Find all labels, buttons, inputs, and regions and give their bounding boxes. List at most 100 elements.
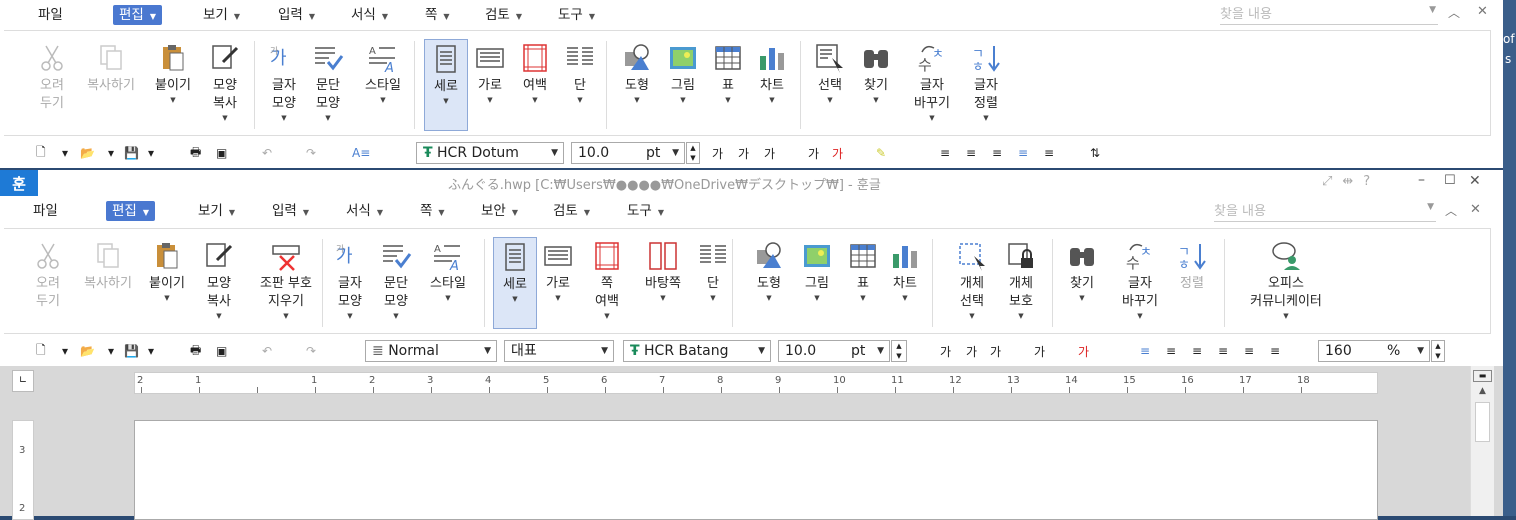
menu-item[interactable]: 편집 ▼ <box>106 201 155 221</box>
menu-item[interactable]: 보안 ▼ <box>481 201 518 221</box>
strikethrough-icon[interactable]: 가 <box>808 144 819 162</box>
ribbon-button[interactable]: 조판 부호 지우기 ▼ <box>252 237 320 329</box>
minimize-icon[interactable]: – <box>1418 172 1425 188</box>
menu-item[interactable]: 쪽 ▼ <box>420 201 445 221</box>
distribute-icon[interactable]: ≡ <box>1244 342 1254 360</box>
ribbon-button[interactable]: 단 ▼ <box>694 237 732 329</box>
open-icon[interactable]: 📂 <box>80 144 95 162</box>
vertical-scrollbar[interactable]: ▬ ▲ <box>1470 366 1494 516</box>
divide-icon[interactable]: ≡ <box>1270 342 1280 360</box>
ribbon-button[interactable]: 수 ㅊ 글자 바꾸기 ▼ <box>1114 237 1166 329</box>
align-right-icon[interactable]: ≡ <box>1218 342 1228 360</box>
font-color-icon[interactable]: 가 <box>832 144 843 162</box>
ribbon-button[interactable]: 여백 ▼ <box>514 39 556 131</box>
ribbon-button[interactable]: 가로 ▼ <box>538 237 578 329</box>
horizontal-ruler[interactable]: 2 1 1 2 3 4 5 6 7 8 9 10 11 12 13 14 15 16 17 18 <box>134 372 1378 394</box>
style-select[interactable]: ≣ Normal ▼ <box>365 340 497 362</box>
close-icon[interactable]: ✕ <box>1469 173 1481 189</box>
ribbon-button[interactable]: A A 스타일 ▼ <box>356 39 410 131</box>
app-tab[interactable]: 훈 <box>0 170 38 198</box>
bold-icon[interactable]: 가 <box>712 144 723 162</box>
italic-icon[interactable]: 가 <box>738 144 749 162</box>
menu-item[interactable]: 보기 ▼ <box>203 5 240 25</box>
ribbon-button[interactable]: 문단 모양 ▼ <box>306 39 350 131</box>
ribbon-button[interactable]: 쪽 여백 ▼ <box>584 237 630 329</box>
zoom-input[interactable]: 160% ▼ <box>1318 340 1430 362</box>
menu-item[interactable]: 검토 ▼ <box>485 5 522 25</box>
ribbon-button[interactable]: 문단 모양 ▼ <box>374 237 418 329</box>
justify-icon[interactable]: ≡ <box>1140 342 1150 360</box>
ribbon-button[interactable]: 세로 ▼ <box>493 237 537 329</box>
undo-icon[interactable]: ↶ <box>262 144 272 162</box>
ribbon-button[interactable]: 표 ▼ <box>708 39 748 131</box>
maximize-icon[interactable]: ☐ <box>1444 173 1456 188</box>
open-dropdown-icon[interactable]: ▾ <box>108 342 114 360</box>
collapse-ribbon-icon[interactable]: ︿ <box>1448 4 1460 21</box>
print-icon[interactable]: 🖶 <box>190 342 201 360</box>
align-left-icon[interactable]: ≡ <box>1166 342 1176 360</box>
align-center-icon[interactable]: ≡ <box>1192 342 1202 360</box>
open-dropdown-icon[interactable]: ▾ <box>108 144 114 162</box>
open-icon[interactable]: 📂 <box>80 342 95 360</box>
menu-file[interactable]: 파일 <box>33 201 58 221</box>
ribbon-button[interactable]: 모양 복사 ▼ <box>202 39 248 131</box>
align-left-icon[interactable]: ≡ <box>940 144 950 162</box>
new-icon[interactable]: 🗋 <box>36 144 46 162</box>
menu-item[interactable]: 도구 ▼ <box>627 201 664 221</box>
save-dropdown-icon[interactable]: ▾ <box>148 342 154 360</box>
ribbon-button[interactable]: 개체 보호 ▼ <box>1000 237 1042 329</box>
chevron-down-icon[interactable]: ▼ <box>1427 202 1434 212</box>
undo-icon[interactable]: ↶ <box>262 342 272 360</box>
ribbon-button[interactable]: 바탕쪽 ▼ <box>636 237 690 329</box>
ribbon-button[interactable]: 개체 선택 ▼ <box>950 237 994 329</box>
char-format-icon[interactable]: A≡ <box>352 144 370 162</box>
ribbon-button[interactable]: 도형 ▼ <box>616 39 658 131</box>
font-color-icon[interactable]: 가 <box>1078 342 1089 360</box>
ribbon-button[interactable]: 세로 ▼ <box>424 39 468 131</box>
ribbon-button[interactable]: 오려 두기 <box>28 237 68 329</box>
print-icon[interactable]: 🖶 <box>190 144 201 162</box>
size-spinner[interactable]: ▲ ▼ <box>891 340 907 362</box>
vertical-ruler[interactable]: 32 <box>12 420 34 520</box>
save-dropdown-icon[interactable]: ▾ <box>148 144 154 162</box>
line-spacing-icon[interactable]: ⇅ <box>1090 144 1100 162</box>
underline-icon[interactable]: 가 <box>990 342 1001 360</box>
menu-file[interactable]: 파일 <box>38 5 63 25</box>
menu-item[interactable]: 검토 ▼ <box>553 201 590 221</box>
preview-icon[interactable]: ▣ <box>216 144 227 162</box>
size-spinner[interactable]: ▲ ▼ <box>686 142 700 164</box>
font-select[interactable]: Ŧ HCR Dotum ▼ <box>416 142 564 164</box>
ribbon-button[interactable]: 오피스 커뮤니케이터 ▼ <box>1236 237 1336 329</box>
italic-icon[interactable]: 가 <box>966 342 977 360</box>
strikethrough-icon[interactable]: 가 <box>1034 342 1045 360</box>
menu-item[interactable]: 편집 ▼ <box>113 5 162 25</box>
ribbon-button[interactable]: 가 가 글자 모양 ▼ <box>330 237 370 329</box>
underline-icon[interactable]: 가 <box>764 144 775 162</box>
ribbon-button[interactable]: 가 가 글자 모양 ▼ <box>264 39 304 131</box>
menu-item[interactable]: 도구 ▼ <box>558 5 595 25</box>
highlight-icon[interactable]: ✎ <box>876 144 886 162</box>
ribbon-button[interactable]: A A 스타일 ▼ <box>422 237 474 329</box>
ribbon-button[interactable]: 찾기 ▼ <box>856 39 896 131</box>
ribbon-button[interactable]: 오려 두기 <box>32 39 72 131</box>
ribbon-button[interactable]: 표 ▼ <box>846 237 880 329</box>
ribbon-button[interactable]: 붙이기 ▼ <box>144 237 190 329</box>
menu-item[interactable]: 서식 ▼ <box>346 201 383 221</box>
new-icon[interactable]: 🗋 <box>36 342 46 360</box>
ribbon-button[interactable]: 차트 ▼ <box>884 237 926 329</box>
menu-item[interactable]: 쪽 ▼ <box>425 5 450 25</box>
tab-stop-button[interactable]: ∟ <box>12 370 34 392</box>
ribbon-button[interactable]: 복사하기 <box>76 237 140 329</box>
menu-item[interactable]: 보기 ▼ <box>198 201 235 221</box>
ribbon-button[interactable]: 차트 ▼ <box>752 39 792 131</box>
new-dropdown-icon[interactable]: ▾ <box>62 342 68 360</box>
ribbon-button[interactable]: 그림 ▼ <box>662 39 704 131</box>
font-select[interactable]: Ŧ HCR Batang ▼ <box>623 340 771 362</box>
font-size-input[interactable]: 10.0 pt ▼ <box>571 142 685 164</box>
ribbon-button[interactable]: 가로 ▼ <box>470 39 510 131</box>
align-center-icon[interactable]: ≡ <box>966 144 976 162</box>
redo-icon[interactable]: ↷ <box>306 342 316 360</box>
ribbon-button[interactable]: 도형 ▼ <box>748 237 790 329</box>
ribbon-button[interactable]: 모양 복사 ▼ <box>196 237 242 329</box>
ribbon-button[interactable]: 찾기 ▼ <box>1062 237 1102 329</box>
